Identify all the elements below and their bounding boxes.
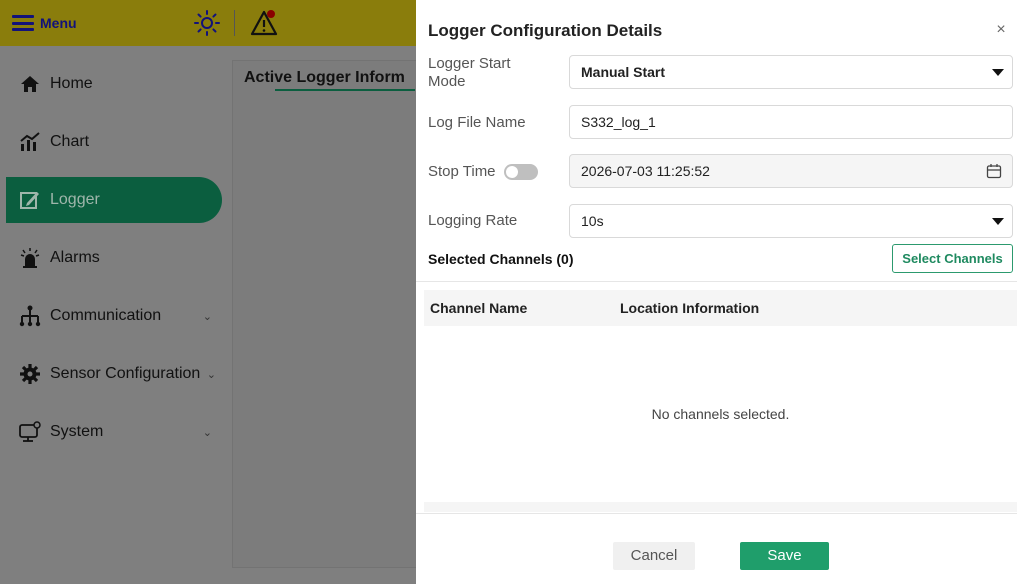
stop-time-label: Stop Time: [428, 163, 496, 180]
column-header-location-information: Location Information: [620, 300, 760, 316]
sidebar-item-label: Communication: [50, 307, 162, 324]
content-panel: Active Logger Inform: [232, 60, 432, 568]
sidebar: Home Chart Logger Alarms Communication ⌄…: [0, 46, 232, 584]
sidebar-item-home[interactable]: Home: [6, 61, 222, 107]
calendar-icon: [986, 164, 1002, 179]
brightness-icon[interactable]: [193, 9, 221, 37]
sidebar-item-label: Home: [50, 75, 93, 92]
start-mode-label: Logger Start Mode: [428, 55, 511, 90]
alert-icon[interactable]: [249, 8, 279, 38]
hamburger-icon: [12, 15, 34, 31]
column-header-channel-name: Channel Name: [430, 300, 528, 316]
channel-table-header: Channel Name Location Information: [424, 290, 1017, 326]
sidebar-item-label: Chart: [50, 133, 90, 150]
logger-icon: [20, 192, 39, 209]
sidebar-item-communication[interactable]: Communication ⌄: [6, 293, 222, 339]
active-tab-underline: [275, 89, 415, 91]
empty-table-message: No channels selected.: [651, 406, 790, 422]
logging-rate-value: 10s: [581, 213, 604, 229]
log-file-name-label: Log File Name: [428, 114, 526, 131]
sidebar-item-system[interactable]: System ⌄: [6, 409, 222, 455]
chevron-down-icon: ⌄: [202, 426, 212, 439]
sidebar-item-label: Sensor Configuration: [50, 365, 201, 382]
logging-rate-label: Logging Rate: [428, 212, 518, 229]
alarm-icon: [20, 248, 40, 268]
sidebar-item-chart[interactable]: Chart: [6, 119, 222, 165]
top-bar: Menu: [0, 0, 420, 46]
menu-button[interactable]: Menu: [8, 8, 186, 38]
stop-time-value: 2026-07-03 11:25:52: [581, 163, 710, 179]
sidebar-item-label: Alarms: [50, 249, 100, 266]
start-mode-select[interactable]: Manual Start: [569, 55, 1013, 89]
log-file-name-value: S332_log_1: [581, 114, 656, 130]
selected-channels-title: Selected Channels (0): [428, 251, 574, 267]
logging-rate-select[interactable]: 10s: [569, 204, 1013, 238]
topbar-divider: [234, 10, 235, 36]
sidebar-item-sensor-configuration[interactable]: Sensor Configuration ⌄: [6, 351, 222, 397]
stop-time-input[interactable]: 2026-07-03 11:25:52: [569, 154, 1013, 188]
select-channels-button[interactable]: Select Channels: [892, 244, 1013, 273]
home-icon: [21, 76, 39, 92]
channel-table-footer: [424, 502, 1017, 512]
save-button[interactable]: Save: [740, 542, 829, 570]
dialog-title: Logger Configuration Details: [428, 21, 663, 40]
caret-down-icon: [992, 69, 1004, 76]
chevron-down-icon: ⌄: [206, 368, 216, 381]
divider: [416, 281, 1017, 282]
sidebar-item-alarms[interactable]: Alarms: [6, 235, 222, 281]
channel-table-body: No channels selected.: [424, 326, 1017, 502]
stop-time-toggle[interactable]: [503, 164, 538, 181]
stop-time-label-row: Stop Time: [428, 163, 538, 181]
divider: [416, 513, 1017, 514]
sidebar-item-logger[interactable]: Logger: [6, 177, 222, 223]
monitor-icon: [19, 421, 41, 442]
menu-label: Menu: [40, 15, 77, 31]
network-icon: [19, 305, 41, 327]
chevron-down-icon: ⌄: [202, 310, 212, 323]
start-mode-value: Manual Start: [581, 64, 666, 80]
cancel-button[interactable]: Cancel: [613, 542, 695, 570]
gear-icon: [20, 364, 40, 384]
sidebar-item-label: System: [50, 423, 104, 440]
chart-icon: [20, 132, 40, 151]
content-title: Active Logger Inform: [244, 69, 405, 86]
caret-down-icon: [992, 218, 1004, 225]
close-icon[interactable]: ×: [991, 20, 1011, 40]
sidebar-item-label: Logger: [50, 191, 100, 208]
log-file-name-input[interactable]: S332_log_1: [569, 105, 1013, 139]
logger-configuration-dialog: Logger Configuration Details × Logger St…: [416, 0, 1017, 584]
